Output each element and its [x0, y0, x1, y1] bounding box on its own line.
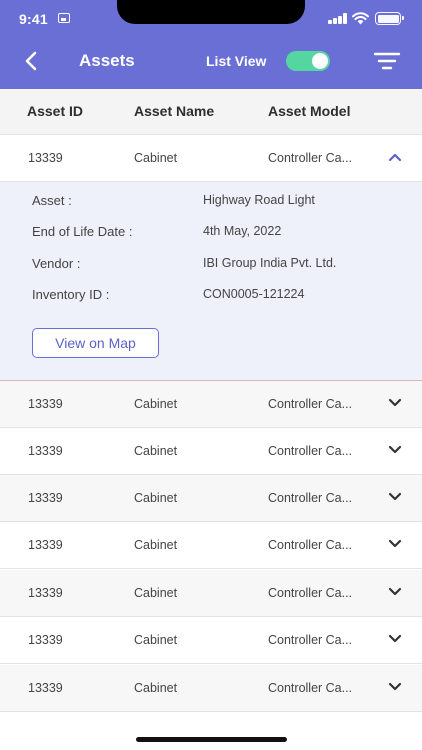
- asset-id-cell: 13339: [28, 681, 63, 695]
- table-row[interactable]: 13339 Cabinet Controller Ca...: [0, 617, 422, 664]
- table-row-expanded[interactable]: 13339 Cabinet Controller Ca...: [0, 135, 422, 182]
- app-header: 9:41 Assets List View: [0, 0, 422, 89]
- asset-model-cell: Controller Ca...: [268, 491, 353, 505]
- chevron-down-icon[interactable]: [388, 492, 402, 502]
- table-row[interactable]: 13339 Cabinet Controller Ca...: [0, 522, 422, 569]
- asset-id-cell: 13339: [28, 491, 63, 505]
- asset-detail-panel: Asset : Highway Road Light End of Life D…: [0, 182, 422, 381]
- asset-name-cell: Cabinet: [134, 491, 178, 505]
- battery-icon: [375, 12, 404, 25]
- detail-value-end-of-life: 4th May, 2022: [203, 224, 282, 238]
- detail-label-end-of-life: End of Life Date :: [32, 224, 133, 239]
- asset-name-cell: Cabinet: [134, 633, 178, 647]
- asset-id-cell: 13339: [28, 586, 63, 600]
- home-indicator: [136, 737, 287, 742]
- chevron-up-icon[interactable]: [388, 152, 402, 162]
- view-on-map-button[interactable]: View on Map: [32, 328, 159, 358]
- asset-model-cell: Controller Ca...: [268, 397, 353, 411]
- table-row[interactable]: 13339 Cabinet Controller Ca...: [0, 570, 422, 617]
- chevron-down-icon[interactable]: [388, 398, 402, 408]
- asset-name-cell: Cabinet: [134, 538, 178, 552]
- device-notch: [117, 0, 305, 24]
- asset-model-cell: Controller Ca...: [268, 151, 353, 165]
- asset-name-cell: Cabinet: [134, 681, 178, 695]
- list-view-label: List View: [206, 53, 267, 69]
- cellular-signal-icon: [328, 13, 348, 24]
- table-header: Asset ID Asset Name Asset Model: [0, 89, 422, 135]
- table-row[interactable]: 13339 Cabinet Controller Ca...: [0, 381, 422, 428]
- status-time: 9:41: [19, 11, 48, 27]
- wifi-icon: [352, 12, 369, 25]
- back-arrow-icon[interactable]: [20, 49, 44, 73]
- screen-icon: [58, 13, 70, 23]
- column-header-asset-model: Asset Model: [268, 103, 351, 119]
- asset-model-cell: Controller Ca...: [268, 586, 353, 600]
- filter-icon[interactable]: [373, 51, 401, 71]
- list-view-toggle[interactable]: [286, 51, 330, 71]
- chevron-down-icon[interactable]: [388, 539, 402, 549]
- asset-model-cell: Controller Ca...: [268, 633, 353, 647]
- table-row[interactable]: 13339 Cabinet Controller Ca...: [0, 475, 422, 522]
- page-title: Assets: [79, 51, 135, 70]
- detail-value-inventory-id: CON0005-121224: [203, 287, 305, 301]
- status-bar: 9:41: [0, 0, 422, 38]
- asset-model-cell: Controller Ca...: [268, 538, 353, 552]
- column-header-asset-id: Asset ID: [27, 103, 84, 119]
- asset-id-cell: 13339: [28, 444, 63, 458]
- asset-id-cell: 13339: [28, 538, 63, 552]
- asset-name-cell: Cabinet: [134, 586, 178, 600]
- asset-id-cell: 13339: [28, 151, 63, 165]
- detail-label-inventory-id: Inventory ID :: [32, 287, 110, 302]
- asset-model-cell: Controller Ca...: [268, 681, 353, 695]
- asset-model-cell: Controller Ca...: [268, 444, 353, 458]
- table-row[interactable]: 13339 Cabinet Controller Ca...: [0, 428, 422, 475]
- chevron-down-icon[interactable]: [388, 445, 402, 455]
- asset-name-cell: Cabinet: [134, 151, 178, 165]
- asset-name-cell: Cabinet: [134, 397, 178, 411]
- asset-id-cell: 13339: [28, 633, 63, 647]
- chevron-down-icon[interactable]: [388, 682, 402, 692]
- table-row[interactable]: 13339 Cabinet Controller Ca...: [0, 665, 422, 712]
- chevron-down-icon[interactable]: [388, 634, 402, 644]
- detail-label-vendor: Vendor :: [32, 256, 81, 271]
- column-header-asset-name: Asset Name: [134, 103, 215, 119]
- asset-id-cell: 13339: [28, 397, 63, 411]
- detail-label-asset: Asset :: [32, 193, 72, 208]
- asset-name-cell: Cabinet: [134, 444, 178, 458]
- detail-value-asset: Highway Road Light: [203, 193, 315, 207]
- chevron-down-icon[interactable]: [388, 587, 402, 597]
- detail-value-vendor: IBI Group India Pvt. Ltd.: [203, 256, 337, 270]
